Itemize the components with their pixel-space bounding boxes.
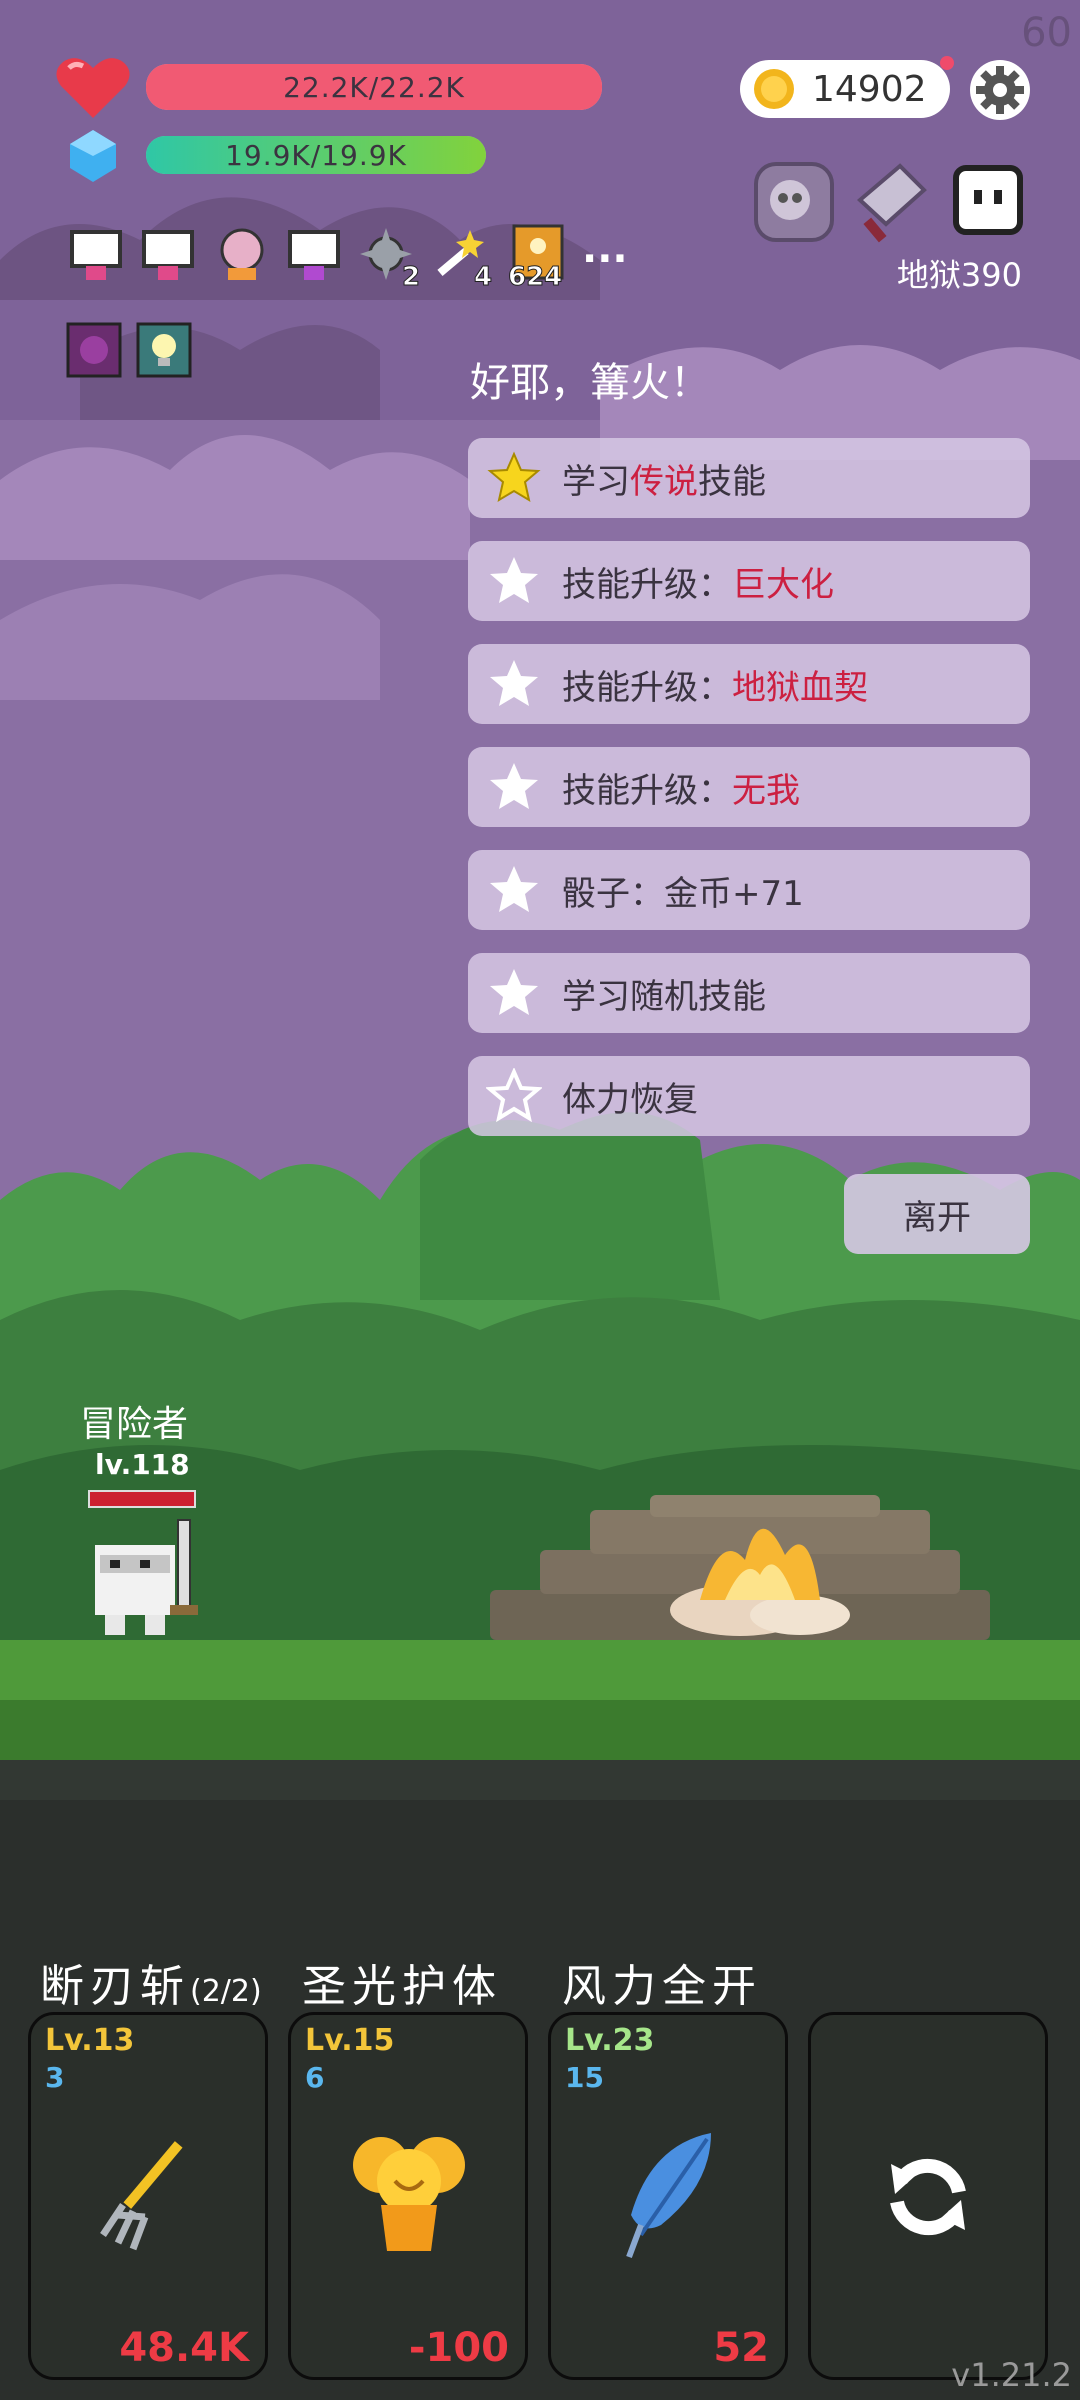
skill-level: Lv.13 [45,2023,135,2058]
skill-name: 断刃斩(2/2) [40,1961,262,2012]
lightbulb-buff-icon[interactable] [136,322,192,378]
refresh-icon [890,2158,966,2236]
skill-level: Lv.15 [305,2023,395,2058]
scroll-relic-icon[interactable] [138,224,198,284]
event-option[interactable]: 技能升级：无我 [468,747,1030,827]
demon-buff-icon[interactable] [66,322,122,378]
ghost-icon[interactable] [952,164,1024,236]
cleaver-icon[interactable] [850,160,930,244]
star-icon [490,557,538,603]
hero-hp-bar [88,1490,196,1508]
version-label: v1.21.2 [951,2356,1072,2394]
star-outline-icon [486,1068,542,1123]
skill-card[interactable]: Lv.15 6 -100 [288,2012,528,2380]
event-option[interactable]: 学习传说技能 [468,438,1030,518]
option-label: 技能升级：无我 [562,770,800,811]
option-label: 技能升级：地狱血契 [562,667,868,708]
skill-level: Lv.23 [565,2023,655,2058]
gear-icon[interactable] [968,58,1032,122]
golden-bell-icon [353,2137,465,2251]
option-label: 学习传说技能 [562,461,766,502]
crystal-icon [70,130,116,182]
option-label: 体力恢复 [562,1079,698,1120]
gold-counter[interactable]: 14902 [740,60,950,118]
event-option[interactable]: 骰子：金币+71 [468,850,1030,930]
skill-count: 6 [305,2061,325,2094]
hp-text: 22.2K/22.2K [283,70,465,104]
event-option[interactable]: 学习随机技能 [468,953,1030,1033]
gold-star-icon [487,451,541,503]
option-label: 学习随机技能 [562,976,766,1017]
option-label: 骰子：金币+71 [562,873,804,914]
skill-count: 15 [565,2061,604,2094]
mp-text: 19.9K/19.9K [225,138,407,172]
hero-level: lv.118 [95,1448,190,1481]
more-relics-button[interactable]: ... [582,226,628,272]
event-option[interactable]: 体力恢复 [468,1056,1030,1136]
skill-name: 圣光护体 [302,1961,502,2012]
skill-value: -100 [408,2325,509,2371]
star-icon [490,763,538,809]
plasma-orb-icon[interactable] [212,224,272,284]
relic-count: 2 [401,262,421,293]
skill-card[interactable]: Lv.23 15 52 [548,2012,788,2380]
gold-amount: 14902 [812,68,927,110]
event-title: 好耶，篝火！ [470,360,710,406]
skill-name: 风力全开 [562,1961,762,2012]
coin-icon [754,69,794,109]
fps-counter: 60 [1021,10,1072,56]
relic-count: 4 [473,262,493,293]
hp-bar: 22.2K/22.2K [146,64,602,110]
event-option[interactable]: 技能升级：地狱血契 [468,644,1030,724]
heart-icon [56,58,130,118]
notification-dot [940,56,954,70]
star-icon [490,969,538,1015]
mp-bar: 19.9K/19.9K [146,136,486,174]
option-label: 技能升级：巨大化 [562,564,834,605]
feather-icon [626,2133,711,2259]
refresh-skills-button[interactable] [808,2012,1048,2380]
hell-level: 地狱390 [896,256,1022,294]
leave-button[interactable]: 离开 [844,1174,1030,1254]
boss-skull-icon[interactable] [752,160,836,244]
skill-value: 52 [713,2325,769,2371]
star-icon [490,866,538,912]
scroll-relic-icon[interactable] [284,224,344,284]
skill-count: 3 [45,2061,65,2094]
relic-count: 624 [507,262,563,293]
hero-name: 冒险者 [80,1404,189,1445]
skill-value: 48.4K [119,2325,249,2371]
scroll-relic-icon[interactable] [66,224,126,284]
event-option[interactable]: 技能升级：巨大化 [468,541,1030,621]
star-icon [490,660,538,706]
pitchfork-icon [100,2141,183,2251]
skill-card[interactable]: Lv.13 3 48.4K [28,2012,268,2380]
